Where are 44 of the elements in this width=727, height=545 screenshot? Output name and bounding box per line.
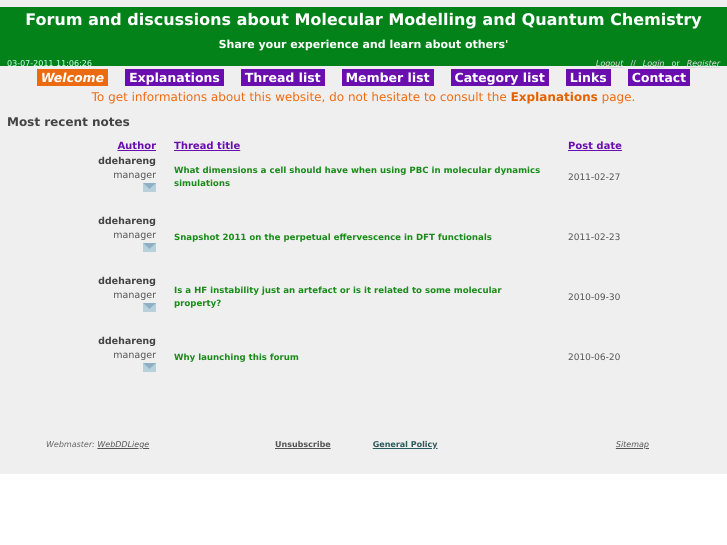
notice-text: To get informations about this website, do not hesitate to consult the Explanations page. — [90, 90, 636, 104]
author-role: manager — [113, 350, 156, 361]
menu-tab[interactable]: Contact — [628, 69, 690, 86]
menu-tab[interactable]: Explanations — [125, 69, 224, 86]
column-header[interactable]: Author — [117, 141, 156, 152]
account-link[interactable]: Login — [642, 59, 665, 68]
author-name: ddehareng — [98, 276, 156, 287]
webmaster-label: Webmaster: — [46, 440, 96, 449]
menu-tab[interactable]: Member list — [342, 69, 434, 86]
section-title: Most recent notes — [7, 115, 131, 129]
separator-text: or — [672, 59, 680, 68]
envelope-icon[interactable] — [143, 183, 156, 192]
thread-link[interactable]: What dimensions a cell should have when using PBC in molecular dynamics simulations — [174, 165, 550, 191]
post-date: 2011-02-23 — [568, 233, 622, 243]
column-header[interactable]: Post date — [568, 141, 622, 152]
envelope-icon[interactable] — [143, 363, 156, 372]
account-link[interactable]: Register — [686, 59, 720, 68]
site-subtitle: Share your experience and learn about others' — [218, 38, 508, 51]
post-date: 2010-09-30 — [568, 293, 622, 303]
post-date: 2011-02-27 — [568, 173, 622, 183]
menu-tab[interactable]: Category list — [450, 69, 549, 86]
author-role: manager — [113, 290, 156, 301]
footer-link[interactable]: Unsubscribe — [275, 440, 331, 449]
envelope-icon[interactable] — [143, 243, 156, 252]
author-role: manager — [113, 230, 156, 241]
thread-link[interactable]: Why launching this forum — [174, 352, 550, 364]
sitemap-link[interactable]: Sitemap — [616, 440, 649, 449]
author-name: ddehareng — [98, 336, 156, 347]
envelope-icon[interactable] — [143, 303, 156, 312]
thread-link[interactable]: Snapshot 2011 on the perpetual effervescence in DFT functionals — [174, 232, 550, 244]
post-date: 2010-06-20 — [568, 353, 622, 363]
menu-tab[interactable]: Thread list — [240, 69, 325, 86]
thread-link[interactable]: Is a HF instability just an artefact or is it related to some molecular property? — [174, 285, 550, 311]
author-role: manager — [113, 170, 156, 181]
separator-text: // — [630, 59, 636, 68]
author-name: ddehareng — [98, 156, 156, 167]
site-title: Forum and discussions about Molecular Modelling and Quantum Chemistry — [25, 9, 702, 29]
footer-link[interactable]: General Policy — [372, 440, 438, 449]
author-name: ddehareng — [98, 216, 156, 227]
menu-tab[interactable]: Links — [566, 69, 611, 86]
account-link[interactable]: Logout — [596, 59, 624, 68]
webmaster-link[interactable]: WebDDLiege — [97, 440, 150, 449]
column-header[interactable]: Thread title — [174, 141, 240, 152]
date-time: 03-07-2011 11:06:26 — [7, 59, 92, 68]
